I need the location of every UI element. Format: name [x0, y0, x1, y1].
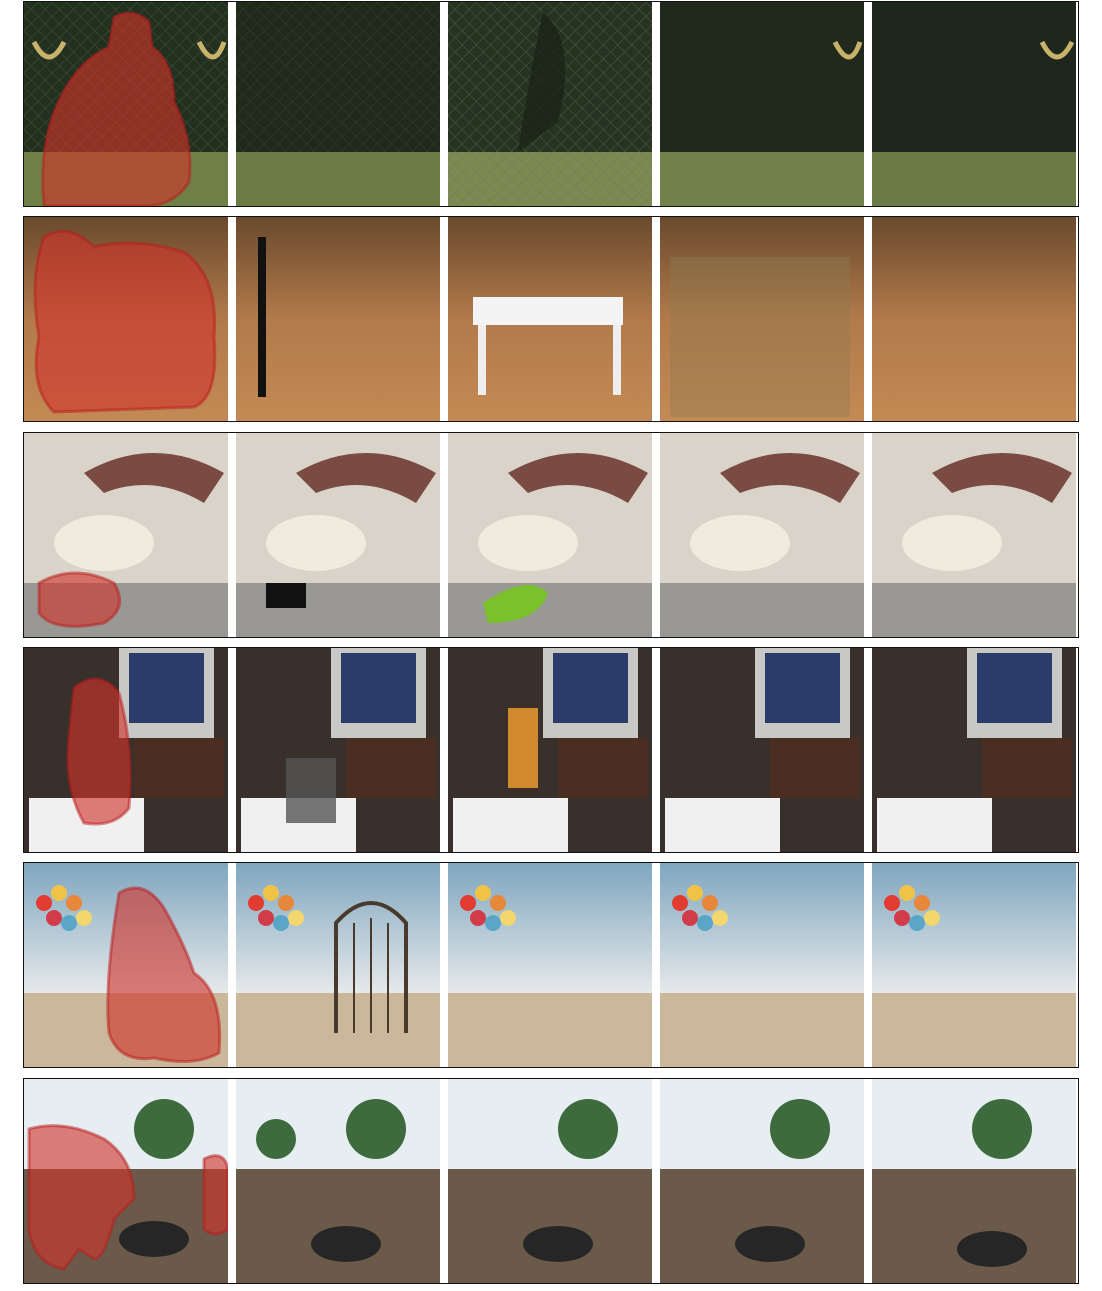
- panel-result-2: [448, 863, 652, 1067]
- panel-masked-input: [24, 648, 228, 852]
- row-tennis: [23, 1, 1079, 207]
- panel-result-1: [236, 1079, 440, 1283]
- panel-result-2: [448, 648, 652, 852]
- panel-result-3: [660, 433, 864, 637]
- panel-masked-input: [24, 863, 228, 1067]
- panel-masked-input: [24, 217, 228, 421]
- panel-result-2: [448, 1079, 652, 1283]
- panel-result-1: [236, 433, 440, 637]
- panel-masked-input: [24, 2, 228, 206]
- panel-result-4: [872, 648, 1076, 852]
- panel-result-3: [660, 1079, 864, 1283]
- panel-result-4: [872, 217, 1076, 421]
- panel-result-3: [660, 217, 864, 421]
- panel-masked-input: [24, 1079, 228, 1283]
- object-mask: [33, 229, 217, 414]
- panel-result-3: [660, 863, 864, 1067]
- panel-result-2: [448, 433, 652, 637]
- panel-result-3: [660, 2, 864, 206]
- inpainting-figure: [23, 0, 1080, 1291]
- panel-masked-input: [24, 433, 228, 637]
- panel-result-1: [236, 648, 440, 852]
- panel-result-4: [872, 2, 1076, 206]
- panel-result-4: [872, 863, 1076, 1067]
- panel-result-4: [872, 433, 1076, 637]
- row-cat-bed: [23, 432, 1079, 638]
- panel-result-1: [236, 863, 440, 1067]
- object-mask-2: [202, 1154, 228, 1236]
- panel-result-2: [448, 2, 652, 206]
- row-tv-stand: [23, 647, 1079, 853]
- row-wood-floor: [23, 216, 1079, 422]
- row-field: [23, 1078, 1079, 1284]
- object-mask: [37, 571, 122, 628]
- panel-result-4: [872, 1079, 1076, 1283]
- row-beach: [23, 862, 1079, 1068]
- panel-result-3: [660, 648, 864, 852]
- panel-result-1: [236, 217, 440, 421]
- panel-result-1: [236, 2, 440, 206]
- object-mask: [66, 677, 132, 826]
- panel-result-2: [448, 217, 652, 421]
